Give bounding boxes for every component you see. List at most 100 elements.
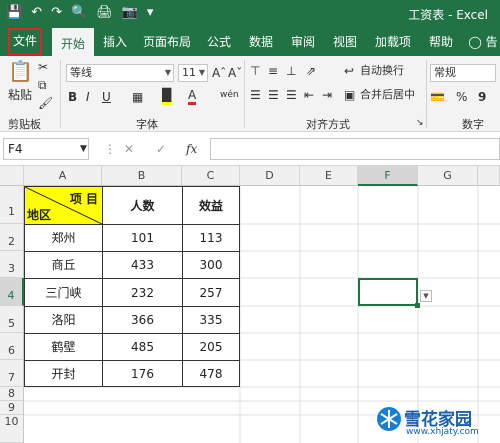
tab-data[interactable]: 数据: [244, 28, 278, 56]
headcount-cell[interactable]: 176: [103, 361, 183, 387]
save-icon[interactable]: 💾: [6, 4, 22, 22]
benefit-cell[interactable]: 335: [183, 307, 239, 334]
benefit-cell[interactable]: 205: [183, 334, 239, 361]
fill-handle[interactable]: [415, 303, 420, 308]
tab-page-layout[interactable]: 页面布局: [140, 28, 194, 56]
wrap-text-button[interactable]: 自动换行: [360, 62, 404, 80]
tab-addins[interactable]: 加载项: [370, 28, 416, 56]
tab-help[interactable]: 帮助: [424, 28, 458, 56]
cancel-icon[interactable]: ✕: [124, 140, 134, 158]
border-icon[interactable]: ▦: [132, 88, 143, 106]
row-header[interactable]: 7: [0, 360, 24, 387]
benefit-cell[interactable]: 478: [183, 361, 239, 387]
column-header[interactable]: C: [182, 166, 240, 186]
italic-button[interactable]: I: [86, 88, 90, 106]
region-cell[interactable]: 开封: [25, 361, 103, 387]
font-color-icon[interactable]: A: [188, 88, 197, 105]
format-painter-icon[interactable]: 🖌: [38, 94, 53, 112]
align-bottom-icon[interactable]: ⊥: [286, 62, 296, 80]
row-header[interactable]: 3: [0, 251, 24, 278]
print-preview-icon[interactable]: 🔍: [71, 4, 87, 22]
row-header[interactable]: 5: [0, 306, 24, 333]
benefit-cell[interactable]: 300: [183, 252, 239, 279]
row-header[interactable]: 6: [0, 333, 24, 360]
comma-button[interactable]: 9: [478, 88, 486, 106]
column-header[interactable]: [478, 166, 500, 186]
align-middle-icon[interactable]: ≡: [268, 62, 278, 80]
paste-icon[interactable]: 📋: [8, 61, 33, 81]
phonetic-icon[interactable]: wén: [220, 86, 239, 104]
region-cell[interactable]: 郑州: [25, 225, 103, 252]
column-header[interactable]: B: [102, 166, 182, 186]
dialog-launcher-icon[interactable]: ↘: [416, 114, 424, 132]
font-name-select[interactable]: 等线 ▼: [66, 64, 174, 82]
tab-view[interactable]: 视图: [328, 28, 362, 56]
customize-qat-icon[interactable]: ▾: [147, 4, 154, 22]
cut-icon[interactable]: ✂: [38, 58, 48, 76]
camera-icon[interactable]: 📷: [122, 4, 138, 22]
tell-me[interactable]: ◯ 告: [466, 28, 500, 56]
benefit-cell[interactable]: 113: [183, 225, 239, 252]
row-header[interactable]: 9: [0, 401, 24, 415]
bold-button[interactable]: B: [68, 88, 77, 106]
shrink-font-icon[interactable]: Aˇ: [228, 64, 242, 82]
region-cell[interactable]: 商丘: [25, 252, 103, 279]
region-cell[interactable]: 三门峡: [25, 279, 103, 307]
align-right-icon[interactable]: ☰: [286, 86, 297, 104]
row-header[interactable]: 1: [0, 186, 24, 224]
select-all-corner[interactable]: [0, 166, 24, 186]
merge-icon[interactable]: ▣: [344, 86, 355, 104]
accounting-icon[interactable]: 💳: [430, 88, 445, 106]
align-left-icon[interactable]: ☰: [250, 86, 261, 104]
fill-color-icon[interactable]: █: [162, 88, 172, 105]
cell-b1[interactable]: 人数: [103, 187, 183, 225]
increase-indent-icon[interactable]: ⇥: [322, 86, 332, 104]
headcount-cell[interactable]: 433: [103, 252, 183, 279]
tab-insert[interactable]: 插入: [98, 28, 132, 56]
cell-a1[interactable]: 项 目 地区: [25, 187, 103, 225]
selected-cell[interactable]: [358, 278, 418, 306]
cell-c1[interactable]: 效益: [183, 187, 239, 225]
row-header[interactable]: 10: [0, 415, 24, 443]
formula-input[interactable]: [210, 138, 500, 160]
headcount-cell[interactable]: 101: [103, 225, 183, 252]
wrap-text-icon[interactable]: ↩: [344, 62, 354, 80]
column-header[interactable]: G: [418, 166, 478, 186]
font-size-select[interactable]: 11 ▼: [178, 64, 208, 82]
column-header[interactable]: F: [358, 166, 418, 186]
align-center-icon[interactable]: ☰: [268, 86, 279, 104]
tab-review[interactable]: 审阅: [286, 28, 320, 56]
row-header[interactable]: 8: [0, 387, 24, 401]
grow-font-icon[interactable]: Aˆ: [212, 64, 226, 82]
percent-button[interactable]: %: [456, 88, 467, 106]
underline-button[interactable]: U: [102, 88, 111, 106]
insert-function-button[interactable]: fx: [186, 140, 197, 158]
decrease-indent-icon[interactable]: ⇤: [304, 86, 314, 104]
enter-icon[interactable]: ✓: [156, 140, 166, 158]
paste-options-icon[interactable]: ▼: [420, 290, 432, 302]
merge-center-button[interactable]: 合并后居中: [360, 86, 415, 104]
tab-file[interactable]: 文件: [8, 28, 42, 55]
undo-icon[interactable]: ↶: [31, 4, 42, 22]
chevron-down-icon[interactable]: ▼: [80, 140, 87, 158]
headcount-cell[interactable]: 485: [103, 334, 183, 361]
headcount-cell[interactable]: 366: [103, 307, 183, 334]
number-format-select[interactable]: 常规: [430, 64, 496, 82]
column-header[interactable]: E: [300, 166, 358, 186]
row-header[interactable]: 4: [0, 278, 24, 306]
tab-formulas[interactable]: 公式: [202, 28, 236, 56]
tab-home[interactable]: 开始: [52, 28, 94, 56]
orientation-icon[interactable]: ⇗: [306, 62, 316, 80]
column-header[interactable]: D: [240, 166, 300, 186]
align-top-icon[interactable]: ⊤: [250, 62, 260, 80]
column-header[interactable]: A: [24, 166, 102, 186]
copy-icon[interactable]: ⧉: [38, 76, 47, 94]
region-cell[interactable]: 鹤壁: [25, 334, 103, 361]
paste-button[interactable]: 粘贴: [8, 86, 32, 104]
print-icon[interactable]: 🖨: [96, 4, 113, 22]
redo-icon[interactable]: ↷: [51, 4, 62, 22]
region-cell[interactable]: 洛阳: [25, 307, 103, 334]
headcount-cell[interactable]: 232: [103, 279, 183, 307]
row-header[interactable]: 2: [0, 224, 24, 251]
name-box[interactable]: F4: [3, 138, 89, 160]
